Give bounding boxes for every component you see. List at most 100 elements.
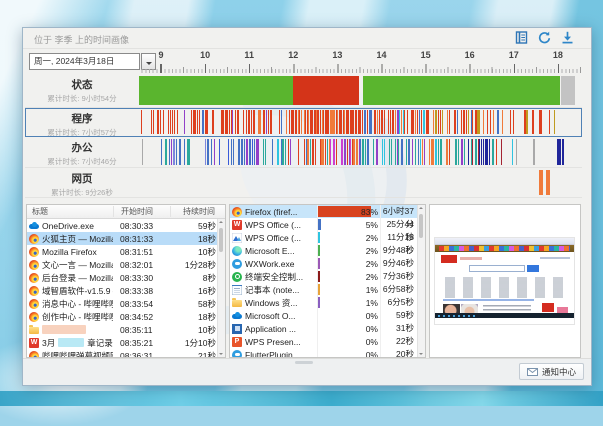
scrollbar[interactable] xyxy=(417,205,425,357)
hour-label: 15 xyxy=(421,50,431,60)
row-label: 程序累计时长: 7小时57分 xyxy=(25,108,139,136)
thumb-site-logo xyxy=(441,255,457,263)
table-row[interactable]: 域智盾软件-v1.5.9 —...08:33:3816秒 xyxy=(27,284,218,297)
row-label: 办公累计时长: 7小时46分 xyxy=(25,137,139,167)
app-usage-row[interactable]: Application ...0%31秒 xyxy=(230,322,418,335)
thumb-bookmarks-bar xyxy=(435,245,574,252)
scroll-up-icon[interactable] xyxy=(419,207,423,209)
usage-bar xyxy=(318,284,320,295)
folder-icon xyxy=(29,327,39,334)
hour-label: 14 xyxy=(376,50,386,60)
timeline-toolbar: 周一, 2024年3月18日 9101112131415161718 xyxy=(23,49,591,74)
refresh-icon[interactable] xyxy=(538,31,552,45)
table-header: 标题 开始时间 持续时间 xyxy=(27,205,225,219)
notification-center-button[interactable]: 通知中心 xyxy=(519,363,584,380)
app-usage-row[interactable]: Microsoft O...0%59秒 xyxy=(230,309,418,322)
app-usage-row[interactable]: Windows 资...1%6分5秒 xyxy=(230,296,418,309)
app-usage-row[interactable]: PWPS Presen...0%22秒 xyxy=(230,335,418,348)
table-row[interactable]: 消息中心 - 哔哩哔哩...08:33:5458秒 xyxy=(27,297,218,310)
timeline-row-office[interactable]: 办公累计时长: 7小时46分 xyxy=(25,137,582,168)
resize-grip[interactable] xyxy=(295,361,313,364)
app-usage-row[interactable]: FlutterPlugin...0%20秒 xyxy=(230,348,418,358)
table-row[interactable]: 火狐主页 — Mozilla ...08:31:3318秒 xyxy=(27,232,218,245)
titlebar-actions xyxy=(515,31,575,45)
thumb-page xyxy=(435,252,574,313)
usage-bar xyxy=(318,219,321,230)
thumb-photo xyxy=(443,304,460,313)
thumb-news-section xyxy=(443,303,568,313)
row-bars xyxy=(139,76,581,105)
firefox-icon xyxy=(29,351,39,359)
screenshot-panel xyxy=(429,204,581,358)
thumb-search-box xyxy=(469,265,525,272)
usage-bar xyxy=(318,258,320,269)
thumb-link-grid xyxy=(443,277,566,298)
timeline-row-status[interactable]: 状态累计时长: 9小时54分 xyxy=(25,74,582,108)
usage-bar xyxy=(318,271,320,282)
table-row[interactable]: Mozilla Firefox08:31:5110秒 xyxy=(27,245,218,258)
wps-chart-icon xyxy=(232,233,242,243)
app-usage-row[interactable]: 记事本 (note...1%6分58秒 xyxy=(230,283,418,296)
app-blue-icon xyxy=(232,324,242,334)
date-picker[interactable]: 周一, 2024年3月18日 xyxy=(29,53,140,70)
screenshot-thumbnail[interactable] xyxy=(435,238,574,324)
thumb-search-button xyxy=(527,265,539,272)
row-label: 状态累计时长: 9小时54分 xyxy=(25,74,139,107)
thumb-taskbar xyxy=(435,313,574,318)
table-row[interactable]: 创作中心 - 哔哩哔哩...08:34:5218秒 xyxy=(27,310,218,323)
window-statusbar: 通知中心 xyxy=(23,358,591,385)
row-bars xyxy=(139,170,581,195)
hour-label: 16 xyxy=(465,50,475,60)
wps-icon: W xyxy=(29,338,39,348)
journal-icon[interactable] xyxy=(515,31,529,45)
usage-bar xyxy=(318,245,320,256)
app-usage-row[interactable]: 终端安全控制...2%7分36秒 xyxy=(230,270,418,283)
table-row[interactable]: 文心一言 — Mozilla ...08:32:011分28秒 xyxy=(27,258,218,271)
column-header-title[interactable]: 标题 xyxy=(27,206,113,217)
download-icon[interactable] xyxy=(561,31,575,45)
firefox-icon xyxy=(29,286,39,296)
column-header-duration[interactable]: 持续时间 xyxy=(170,206,225,217)
title-table-body: OneDrive.exe08:30:3359秒火狐主页 — Mozilla ..… xyxy=(27,219,218,357)
hour-label: 10 xyxy=(200,50,210,60)
app-usage-row[interactable]: Firefox (firef...83%6小时37分 xyxy=(230,205,418,218)
table-row[interactable]: 后台登录 — Mozilla ...08:33:308秒 xyxy=(27,271,218,284)
firefox-icon xyxy=(29,299,39,309)
shield-icon xyxy=(232,272,242,282)
scroll-down-icon[interactable] xyxy=(219,353,223,355)
column-header-start[interactable]: 开始时间 xyxy=(113,206,170,217)
hour-label: 12 xyxy=(288,50,298,60)
timeline-row-program[interactable]: 程序累计时长: 7小时57分 xyxy=(25,108,582,137)
table-row[interactable]: OneDrive.exe08:30:3359秒 xyxy=(27,219,218,232)
redacted-text xyxy=(58,338,84,347)
scroll-down-icon[interactable] xyxy=(419,353,423,355)
scroll-thumb[interactable] xyxy=(419,214,423,238)
table-row[interactable]: W3月章记录...08:35:211分10秒 xyxy=(27,336,218,349)
row-bars xyxy=(139,139,581,165)
scrollbar[interactable] xyxy=(217,219,225,357)
table-row[interactable]: 哔哩哔哩弹幕视频网 ...08:36:3121秒 xyxy=(27,349,218,358)
firefox-icon xyxy=(29,260,39,270)
thumb-news-text xyxy=(483,305,531,313)
app-usage-row[interactable]: WWPS Office (...5%25分44秒 xyxy=(230,218,418,231)
firefox-icon xyxy=(232,207,242,217)
app-usage-row[interactable]: Microsoft E...2%9分48秒 xyxy=(230,244,418,257)
notepad-icon xyxy=(232,285,242,295)
hour-label: 18 xyxy=(553,50,563,60)
edge-icon xyxy=(232,246,242,256)
flutter-icon xyxy=(232,350,242,359)
usage-bar xyxy=(318,232,320,243)
mail-icon xyxy=(527,368,538,376)
scroll-thumb[interactable] xyxy=(219,228,223,252)
timeline-app-window: 位于 李季 上的时间画像 周一, 2024年3月18日 910111213141… xyxy=(22,27,592,386)
usage-bar xyxy=(318,297,320,308)
app-usage-row[interactable]: WXWork.exe2%9分46秒 xyxy=(230,257,418,270)
timeline-ruler: 9101112131415161718 xyxy=(139,49,581,74)
wps-w-icon: W xyxy=(232,220,242,230)
thumb-logo-text xyxy=(460,257,482,260)
app-usage-row[interactable]: WPS Office (...2%11分18秒 xyxy=(230,231,418,244)
timeline-row-web[interactable]: 网页累计时长: 9分26秒 xyxy=(25,168,582,198)
table-row[interactable]: 08:35:1110秒 xyxy=(27,323,218,336)
firefox-icon xyxy=(29,312,39,322)
scroll-up-icon[interactable] xyxy=(219,221,223,223)
